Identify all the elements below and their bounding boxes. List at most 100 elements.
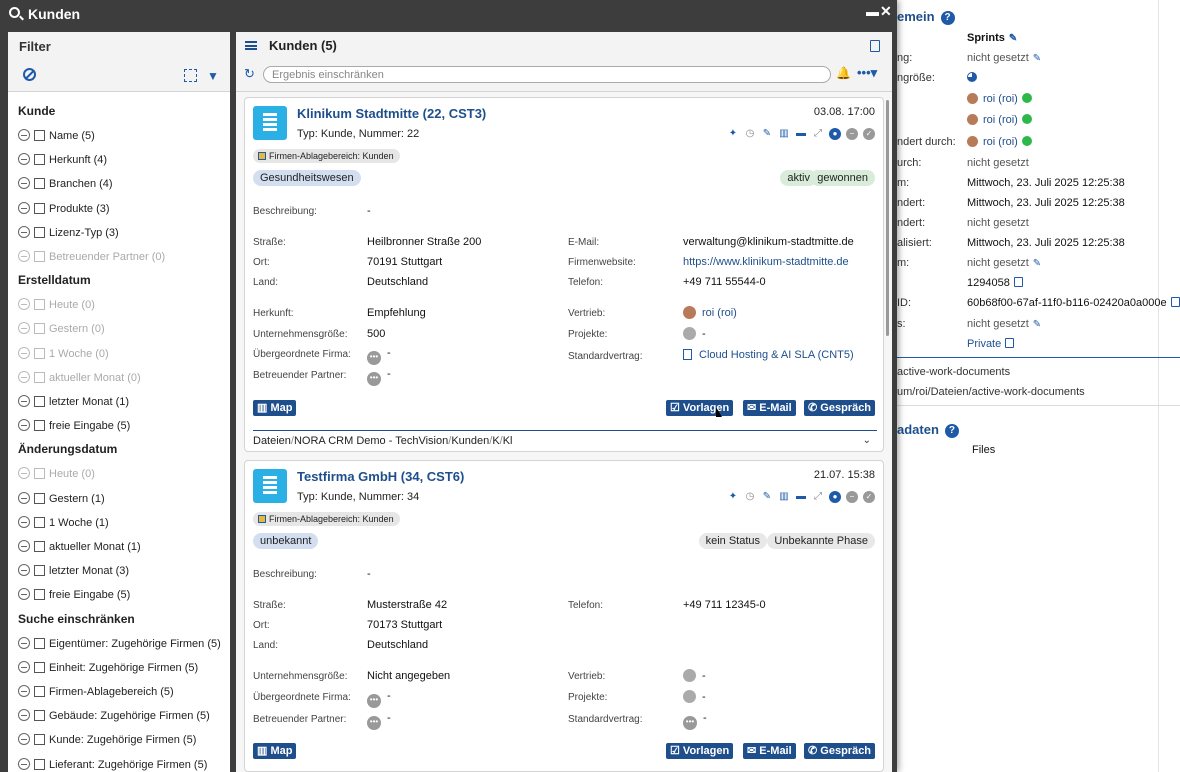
magic-wand-icon[interactable]: ✦ bbox=[727, 491, 739, 503]
chat-icon[interactable] bbox=[1021, 93, 1032, 103]
filter-checkbox[interactable] bbox=[34, 226, 45, 238]
filter-checkbox[interactable] bbox=[34, 516, 45, 528]
filter-checkbox[interactable] bbox=[34, 710, 45, 722]
minus-icon[interactable]: − bbox=[846, 128, 858, 140]
minus-icon[interactable]: − bbox=[846, 491, 858, 503]
exclude-icon[interactable] bbox=[18, 660, 30, 673]
filter-item[interactable]: letzter Monat (1) bbox=[18, 394, 129, 410]
help-icon[interactable]: ? bbox=[944, 424, 959, 438]
filter-checkbox[interactable] bbox=[34, 154, 45, 166]
map-button[interactable]: ▥ Map bbox=[253, 400, 297, 416]
contract-link[interactable]: Cloud Hosting & AI SLA (CNT5) bbox=[683, 349, 854, 361]
filter-checkbox[interactable] bbox=[34, 396, 45, 407]
clock-icon[interactable]: ◷ bbox=[744, 128, 756, 140]
email-button[interactable]: ✉ E-Mail bbox=[743, 400, 796, 416]
select-all-icon[interactable] bbox=[184, 69, 197, 82]
email-value[interactable]: verwaltung@klinikum-stadtmitte.de bbox=[683, 236, 854, 248]
window-titlebar[interactable]: Kunden ▬ ✕ bbox=[0, 0, 897, 27]
templates-button[interactable]: ☑ Vorlagen bbox=[666, 743, 734, 759]
filter-checkbox[interactable] bbox=[34, 178, 45, 190]
filter-item[interactable]: letzter Monat (3) bbox=[18, 563, 129, 579]
expand-icon[interactable]: ⤢ bbox=[812, 491, 824, 503]
filter-checkbox[interactable] bbox=[34, 758, 45, 770]
exclude-icon[interactable] bbox=[18, 636, 30, 649]
filter-checkbox[interactable] bbox=[34, 734, 45, 746]
filter-item[interactable]: Lizenz-Typ (3) bbox=[18, 225, 119, 241]
filter-checkbox[interactable] bbox=[34, 492, 45, 504]
breadcrumb-item[interactable]: Kl bbox=[503, 435, 513, 447]
filter-checkbox[interactable] bbox=[34, 202, 45, 214]
filter-item[interactable]: Firmen-Ablagebereich (5) bbox=[18, 684, 174, 700]
close-button[interactable]: ✕ bbox=[880, 3, 892, 20]
exclude-icon[interactable] bbox=[18, 588, 30, 601]
filter-item[interactable]: Einheit: Zugehörige Firmen (5) bbox=[18, 660, 198, 676]
edit-icon[interactable]: ✎ bbox=[761, 491, 773, 503]
exclude-icon[interactable] bbox=[18, 685, 30, 697]
clear-filter-icon[interactable] bbox=[23, 68, 36, 81]
menu-icon[interactable] bbox=[245, 41, 257, 50]
breadcrumb-item[interactable]: NORA CRM Demo - TechVision bbox=[294, 435, 448, 447]
breadcrumb-item[interactable]: K bbox=[492, 435, 499, 447]
exclude-icon[interactable] bbox=[18, 370, 30, 383]
filter-checkbox[interactable] bbox=[34, 130, 45, 141]
copy-icon[interactable] bbox=[1170, 297, 1180, 307]
industry-tag[interactable]: Gesundheitswesen bbox=[253, 170, 361, 186]
search-icon[interactable]: ● bbox=[829, 491, 841, 503]
sales-rep[interactable]: roi (roi) bbox=[683, 306, 737, 319]
filter-checkbox[interactable] bbox=[34, 589, 45, 601]
filter-item[interactable]: Kunde: Zugehörige Firmen (5) bbox=[18, 732, 196, 748]
filter-item[interactable]: Eigentümer: Zugehörige Firmen (5) bbox=[18, 636, 221, 652]
help-icon[interactable]: ? bbox=[940, 11, 955, 25]
company-name[interactable]: Testfirma GmbH (34, CST6) bbox=[297, 469, 464, 484]
filter-checkbox[interactable] bbox=[34, 661, 45, 673]
filter-item[interactable]: Produkte (3) bbox=[18, 201, 110, 217]
exclude-icon[interactable] bbox=[18, 250, 30, 262]
exclude-icon[interactable] bbox=[18, 709, 30, 722]
chat-icon[interactable] bbox=[1021, 136, 1032, 146]
filter-item[interactable]: 1 Woche (1) bbox=[18, 515, 109, 531]
breadcrumb-item[interactable]: Dateien bbox=[253, 435, 291, 447]
filter-checkbox[interactable] bbox=[34, 347, 45, 359]
filter-item[interactable]: Gebäude: Zugehörige Firmen (5) bbox=[18, 708, 210, 724]
building-icon[interactable]: ▥ bbox=[778, 491, 790, 503]
filter-checkbox[interactable] bbox=[34, 686, 45, 697]
scrollbar[interactable] bbox=[886, 100, 889, 336]
breadcrumb-item[interactable]: Kunden bbox=[451, 435, 489, 447]
filter-item[interactable]: Name (5) bbox=[18, 128, 95, 144]
magic-wand-icon[interactable]: ✦ bbox=[727, 128, 739, 140]
chat-icon[interactable] bbox=[1021, 114, 1032, 124]
check-icon[interactable]: ✓ bbox=[863, 491, 875, 503]
breadcrumb[interactable]: Dateien/NORA CRM Demo - TechVision/Kunde… bbox=[253, 430, 877, 451]
exclude-icon[interactable] bbox=[18, 395, 30, 407]
folder-icon[interactable]: ▬ bbox=[795, 128, 807, 140]
exclude-icon[interactable] bbox=[18, 153, 30, 166]
filter-item[interactable]: Gestern (1) bbox=[18, 491, 105, 507]
exclude-icon[interactable] bbox=[18, 225, 30, 238]
phone-value[interactable]: +49 711 55544-0 bbox=[683, 276, 766, 288]
minimize-button[interactable]: ▬ bbox=[866, 4, 879, 19]
call-button[interactable]: ✆ Gespräch bbox=[804, 743, 876, 759]
check-icon[interactable]: ✓ bbox=[863, 128, 875, 140]
expand-icon[interactable]: ⤢ bbox=[812, 128, 824, 140]
filter-item[interactable]: aktueller Monat (1) bbox=[18, 539, 141, 555]
exclude-icon[interactable] bbox=[18, 491, 30, 504]
edit-icon[interactable]: ✎ bbox=[761, 128, 773, 140]
map-button[interactable]: ▥ Map bbox=[253, 743, 297, 759]
filter-checkbox[interactable] bbox=[34, 420, 45, 432]
filter-checkbox[interactable] bbox=[34, 299, 45, 311]
phone-value[interactable]: +49 711 12345-0 bbox=[683, 599, 766, 611]
exclude-icon[interactable] bbox=[18, 467, 30, 480]
filter-checkbox[interactable] bbox=[34, 371, 45, 383]
bell-icon[interactable]: 🔔 bbox=[836, 66, 851, 80]
exclude-icon[interactable] bbox=[18, 322, 30, 335]
document-icon[interactable] bbox=[870, 40, 880, 52]
filter-item[interactable]: Lieferant: Zugehörige Firmen (5) bbox=[18, 757, 207, 772]
exclude-icon[interactable] bbox=[18, 201, 30, 214]
filter-item[interactable]: freie Eingabe (5) bbox=[18, 587, 130, 603]
filter-checkbox[interactable] bbox=[34, 251, 45, 262]
clock-icon[interactable]: ◷ bbox=[744, 491, 756, 503]
exclude-icon[interactable] bbox=[18, 515, 30, 528]
chevron-down-icon[interactable]: ⌄ bbox=[863, 431, 871, 451]
refresh-icon[interactable]: ↻ bbox=[244, 66, 255, 82]
exclude-icon[interactable] bbox=[18, 419, 30, 432]
